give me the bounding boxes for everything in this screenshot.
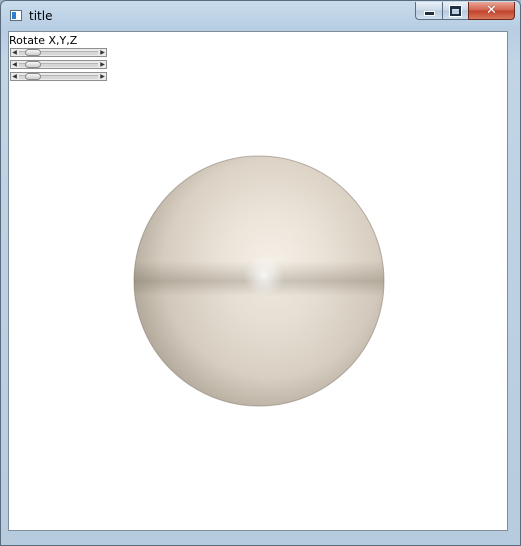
close-icon: ✕ <box>486 2 497 18</box>
scroll-left-arrow-icon[interactable]: ◀ <box>11 61 18 68</box>
client-area: Rotate X,Y,Z ◀ ▶ ◀ ▶ ◀ ▶ <box>8 31 508 531</box>
maximize-button[interactable] <box>442 2 468 20</box>
slider-thumb[interactable] <box>24 61 41 68</box>
slider-thumb[interactable] <box>24 49 41 56</box>
sphere <box>133 155 385 407</box>
minimize-button[interactable] <box>415 2 442 20</box>
scroll-left-arrow-icon[interactable]: ◀ <box>11 49 18 56</box>
sphere-highlight <box>134 156 384 406</box>
app-icon[interactable] <box>10 10 22 21</box>
rotate-label: Rotate X,Y,Z <box>9 34 78 47</box>
maximize-icon <box>449 4 462 17</box>
window-title: title <box>29 9 53 23</box>
title-bar[interactable]: title ✕ <box>1 1 520 31</box>
sphere-viewport <box>133 155 385 407</box>
rotate-x-slider[interactable]: ◀ ▶ <box>10 48 107 57</box>
render-canvas[interactable] <box>9 32 507 530</box>
scroll-right-arrow-icon[interactable]: ▶ <box>99 61 106 68</box>
app-window: title ✕ Rotate X,Y,Z ◀ ▶ ◀ ▶ ◀ ▶ <box>0 0 521 546</box>
minimize-icon <box>423 10 435 16</box>
scroll-right-arrow-icon[interactable]: ▶ <box>99 73 106 80</box>
slider-thumb[interactable] <box>24 73 41 80</box>
rotate-y-slider[interactable]: ◀ ▶ <box>10 60 107 69</box>
close-button[interactable]: ✕ <box>468 2 515 20</box>
scroll-right-arrow-icon[interactable]: ▶ <box>99 49 106 56</box>
caption-buttons: ✕ <box>415 2 515 21</box>
scroll-left-arrow-icon[interactable]: ◀ <box>11 73 18 80</box>
rotate-z-slider[interactable]: ◀ ▶ <box>10 72 107 81</box>
